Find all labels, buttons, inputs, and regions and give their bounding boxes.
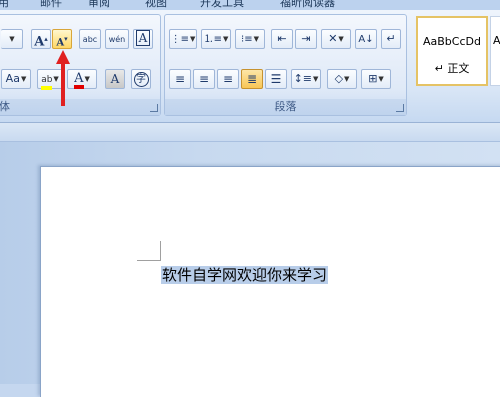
shading-button[interactable]: ◇▼ (327, 69, 357, 89)
multilevel-list-button[interactable]: ⁝≡▼ (235, 29, 265, 49)
show-marks-button[interactable]: ↵ (381, 29, 401, 49)
line-spacing-icon: ↕≡ (293, 72, 313, 85)
ruler-band (0, 123, 500, 142)
justify-icon: ≣ (246, 72, 258, 86)
paragraph-group: ⋮≡▼ ⒈≡▼ ⁝≡▼ ⇤ ⇥ ✕▼ A↓ ↵ ≡ ≡ ≡ ≣ ☰ ↕≡▼ ◇▼… (164, 14, 407, 116)
paragraph-mark-icon: ↵ (386, 32, 396, 45)
chevron-down-icon: ▼ (344, 75, 350, 83)
style-next[interactable]: A (490, 16, 500, 86)
decrease-indent-button[interactable]: ⇤ (271, 29, 293, 49)
tab-view[interactable]: 视图 (145, 0, 167, 10)
font-group-label: 体 (0, 99, 160, 115)
font-size-dropdown[interactable]: ▼ (1, 29, 23, 49)
phonetic-icon: wén (108, 35, 126, 44)
align-left-button[interactable]: ≡ (169, 69, 191, 89)
grow-font-button[interactable]: A▴ (31, 29, 51, 50)
sort-button[interactable]: A↓ (355, 29, 377, 49)
chevron-down-icon: ▼ (338, 35, 344, 43)
phonetic-button[interactable]: wén (105, 29, 129, 49)
numbering-button[interactable]: ⒈≡▼ (201, 29, 231, 49)
numbered-list-icon: ⒈≡ (203, 34, 222, 45)
char-border-button[interactable]: A (133, 29, 153, 49)
align-right-button[interactable]: ≡ (217, 69, 239, 89)
chevron-down-icon: ▼ (313, 75, 319, 83)
annotation-arrow-icon (56, 50, 70, 106)
grow-font-icon: A (34, 34, 45, 50)
chevron-down-icon: ▼ (84, 75, 90, 83)
borders-button[interactable]: ⊞▼ (361, 69, 391, 89)
chevron-down-icon: ▼ (190, 35, 196, 43)
ribbon-tab-strip: 用 邮件 审阅 视图 开发工具 福昕阅读器 (0, 0, 500, 10)
borders-icon: ⊞ (368, 72, 378, 85)
change-case-icon: Aa (5, 72, 20, 85)
bullet-list-icon: ⋮≡ (170, 34, 189, 45)
sort-icon: A↓ (358, 34, 374, 45)
font-color-button[interactable]: A▼ (67, 69, 97, 89)
paint-bucket-icon: ◇ (334, 72, 344, 85)
margin-corner-mark (160, 241, 161, 261)
highlighter-icon: ab (41, 75, 53, 90)
paragraph-dialog-launcher-icon[interactable] (396, 104, 404, 112)
align-left-icon: ≡ (174, 72, 186, 86)
chevron-down-icon: ▼ (9, 35, 15, 43)
tab-review[interactable]: 审阅 (88, 0, 110, 10)
chinese-layout-button[interactable]: ✕▼ (321, 29, 351, 49)
justify-button[interactable]: ≣ (241, 69, 263, 89)
distributed-button[interactable]: ☰ (265, 69, 287, 89)
decrease-indent-icon: ⇤ (277, 32, 287, 45)
font-color-icon: A (74, 72, 84, 89)
style-sample: A (493, 34, 500, 47)
margin-corner-mark (137, 260, 160, 261)
distributed-icon: ☰ (270, 72, 282, 86)
style-name: ↵ 正文 (434, 62, 470, 75)
tab-partial[interactable]: 用 (0, 0, 9, 10)
char-shading-button[interactable]: A (105, 69, 125, 89)
align-center-button[interactable]: ≡ (193, 69, 215, 89)
chinese-layout-icon: ✕ (328, 32, 338, 45)
enclose-char-icon: 字 (133, 72, 149, 87)
phonetic-guide-icon: abc (82, 35, 98, 44)
up-arrow-icon: ▴ (44, 35, 48, 43)
char-border-icon: A (135, 30, 151, 46)
multilevel-list-icon: ⁝≡ (241, 34, 253, 45)
ribbon: ▼ A▴ A▾ abc wén A Aa▼ ab▼ A▼ A 字 体 ⋮≡▼ ⒈… (0, 10, 500, 123)
increase-indent-icon: ⇥ (301, 32, 311, 45)
align-right-icon: ≡ (222, 72, 234, 86)
tab-developer[interactable]: 开发工具 (200, 0, 244, 10)
enclose-char-button[interactable]: 字 (131, 69, 151, 89)
char-shading-icon: A (110, 72, 120, 86)
increase-indent-button[interactable]: ⇥ (295, 29, 317, 49)
chevron-down-icon: ▼ (378, 75, 384, 83)
shrink-font-button[interactable]: A▾ (52, 29, 72, 49)
chevron-down-icon: ▼ (223, 35, 229, 43)
shrink-font-icon: A (56, 37, 65, 49)
tab-foxit-reader[interactable]: 福昕阅读器 (280, 0, 335, 10)
font-dialog-launcher-icon[interactable] (150, 104, 158, 112)
paragraph-group-label: 段落 (165, 99, 406, 115)
align-center-icon: ≡ (198, 72, 210, 86)
font-group: ▼ A▴ A▾ abc wén A Aa▼ ab▼ A▼ A 字 体 (0, 14, 161, 116)
line-spacing-button[interactable]: ↕≡▼ (291, 69, 321, 89)
style-normal[interactable]: AaBbCcDd ↵ 正文 (416, 16, 488, 86)
bullets-button[interactable]: ⋮≡▼ (169, 29, 197, 49)
down-arrow-icon: ▾ (64, 35, 68, 43)
style-sample: AaBbCcDd (423, 35, 481, 48)
tab-mailings[interactable]: 邮件 (40, 0, 62, 10)
chevron-down-icon: ▼ (20, 75, 27, 83)
chevron-down-icon: ▼ (253, 35, 259, 43)
phonetic-guide-button[interactable]: abc (79, 29, 101, 49)
selected-document-text[interactable]: 软件自学网欢迎你来学习 (161, 266, 329, 284)
change-case-button[interactable]: Aa▼ (1, 69, 31, 89)
